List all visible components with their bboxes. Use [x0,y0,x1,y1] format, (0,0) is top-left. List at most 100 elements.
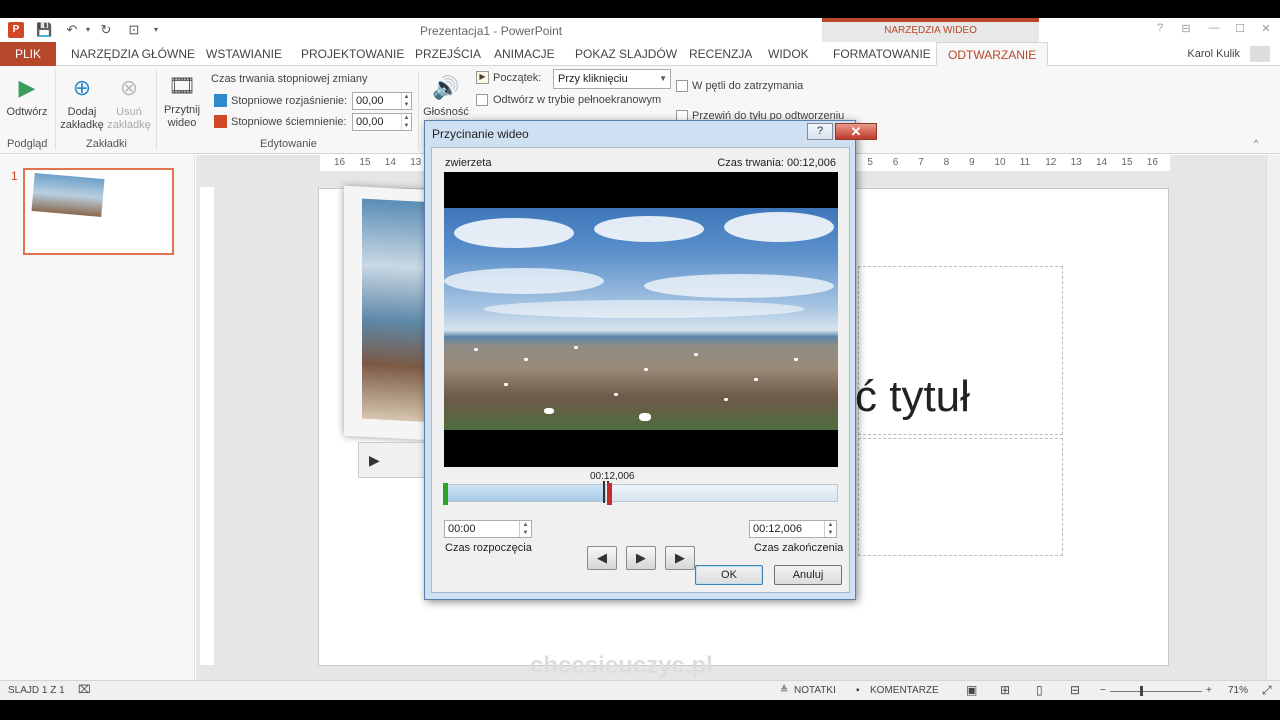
fade-out-spinner[interactable]: 00,00 ▲ ▼ [352,113,412,131]
previous-frame-button[interactable]: ◀ [587,546,617,570]
customize-qat-icon[interactable]: ▾ [148,22,164,38]
tab-slideshow[interactable]: POKAZ SLAJDÓW [575,42,677,66]
start-time-spinner[interactable]: 00:00 ▲ ▼ [444,520,532,538]
slide-sorter-icon[interactable]: ⊞ [1000,683,1010,697]
spinner-arrows-icon[interactable]: ▲ ▼ [519,521,531,537]
zoom-out-icon[interactable]: − [1100,685,1106,696]
tab-review[interactable]: RECENZJA [689,42,752,66]
spinner-arrows-icon[interactable]: ▲ ▼ [824,521,836,537]
volume-button[interactable]: 🔊 Głośność [422,74,470,119]
chevron-down-icon: ▼ [659,74,667,83]
end-trim-handle[interactable] [607,483,612,505]
vertical-scrollbar[interactable] [1266,155,1280,680]
redo-icon[interactable]: ↻ [98,22,114,38]
ruler-tick-label: 9 [969,157,975,168]
tab-format[interactable]: FORMATOWANIE [833,42,931,66]
zoom-level[interactable]: 71% [1228,685,1248,696]
slide-thumbnail[interactable] [23,168,174,255]
ruler-tick-label: 15 [359,157,371,168]
tab-animations[interactable]: ANIMACJE [494,42,555,66]
spinner-arrows-icon[interactable]: ▲ ▼ [401,93,411,109]
current-time-label: 00:12,006 [590,471,635,482]
tab-view[interactable]: WIDOK [768,42,809,66]
add-bookmark-button[interactable]: ⊕ Dodaj zakładkę [59,74,105,132]
loop-checkbox[interactable] [676,80,688,92]
spinner-arrows-icon[interactable]: ▲ ▼ [401,114,411,130]
bird-shape [724,398,728,401]
zoom-slider[interactable] [1110,691,1202,692]
contextual-group-label: NARZĘDZIA WIDEO [884,25,977,36]
trim-video-dialog: Przycinanie wideo ? ✕ zwierzeta Czas trw… [424,120,877,600]
ruler-tick-label: 14 [384,157,396,168]
fit-to-window-icon[interactable]: ⤢ [1262,683,1272,698]
remove-bookmark-button[interactable]: ⊗ Usuń zakładkę [106,74,152,132]
trim-video-icon: 🎞 [168,73,196,98]
remove-bookmark-label-2: zakładkę [107,119,151,131]
player-play-icon[interactable]: ▶ [369,452,380,469]
tab-file[interactable]: PLIK [0,42,56,66]
status-bar: SLAJD 1 Z 1 ⌧ ≜ NOTATKI ▪ KOMENTARZE ▣ ⊞… [0,680,1280,700]
ruler-tick-label: 13 [410,157,422,168]
dialog-close-button[interactable]: ✕ [835,123,877,140]
fade-in-spinner[interactable]: 00,00 ▲ ▼ [352,92,412,110]
undo-icon[interactable]: ↶ [64,22,80,38]
previous-frame-icon: ◀ [597,550,607,565]
start-trim-handle[interactable] [443,483,448,505]
slide-number: 1 [11,169,18,183]
spelling-icon[interactable]: ⌧ [78,683,91,696]
next-frame-icon: ▶ [675,550,685,565]
zoom-slider-thumb[interactable] [1140,686,1143,696]
reading-view-icon[interactable]: ▯ [1036,683,1043,697]
video-object[interactable] [344,185,432,441]
notes-icon[interactable]: ≜ [780,685,788,696]
slide-title-text[interactable]: ć tytuł [855,372,970,422]
ribbon-display-icon[interactable]: ⊟ [1176,22,1196,38]
next-frame-button[interactable]: ▶ [665,546,695,570]
cloud-shape [484,300,804,318]
minimize-icon[interactable]: — [1204,22,1224,38]
play-icon: ▶ [636,550,646,565]
save-icon[interactable]: 💾 [36,22,52,38]
play-preview-button[interactable]: ▶ [626,546,656,570]
tab-playback[interactable]: ODTWARZANIE [936,42,1049,66]
group-separator [418,70,419,150]
normal-view-icon[interactable]: ▣ [966,683,977,697]
video-preview[interactable] [444,172,838,467]
start-combo[interactable]: Przy kliknięciu ▼ [553,69,671,89]
undo-dropdown-icon[interactable]: ▾ [80,22,96,38]
ruler-tick-label: 8 [943,157,950,168]
tab-home[interactable]: NARZĘDZIA GŁÓWNE [71,42,195,66]
fullscreen-checkbox[interactable] [476,94,488,106]
cloud-shape [594,216,704,242]
fade-in-label: Stopniowe rozjaśnienie: [231,95,348,107]
comments-icon[interactable]: ▪ [856,685,860,696]
collapse-ribbon-icon[interactable]: ^ [1254,138,1258,148]
trim-video-button[interactable]: 🎞 Przytnij wideo [160,72,204,130]
avatar[interactable] [1250,46,1270,62]
tab-transitions[interactable]: PRZEJŚCIA [415,42,481,66]
help-icon[interactable]: ? [1150,22,1170,38]
trim-timeline[interactable] [443,481,838,505]
slideshow-icon[interactable]: ⊟ [1070,683,1080,697]
trim-video-label-2: wideo [167,117,197,129]
close-window-icon[interactable]: ✕ [1256,22,1276,38]
tab-design[interactable]: PROJEKTOWANIE [301,42,404,66]
tab-insert[interactable]: WSTAWIANIE [206,42,282,66]
bird-shape [474,348,478,351]
zoom-in-icon[interactable]: + [1206,685,1212,696]
cancel-button[interactable]: Anuluj [774,565,842,585]
play-button[interactable]: ▶ Odtwórz [4,74,50,119]
comments-button[interactable]: KOMENTARZE [870,685,939,696]
user-account[interactable]: Karol Kulik [1187,48,1240,60]
dialog-help-button[interactable]: ? [807,123,833,140]
ok-button[interactable]: OK [695,565,763,585]
subtitle-placeholder[interactable] [858,438,1063,556]
bird-shape [544,408,554,414]
notes-button[interactable]: NOTATKI [794,685,836,696]
maximize-icon[interactable]: ☐ [1230,22,1250,38]
end-time-spinner[interactable]: 00:12,006 ▲ ▼ [749,520,837,538]
trim-video-label-1: Przytnij [163,104,201,116]
ruler-tick-label: 16 [1146,157,1158,168]
cloud-shape [644,274,834,298]
presentation-icon[interactable]: ⊡ [126,22,142,38]
